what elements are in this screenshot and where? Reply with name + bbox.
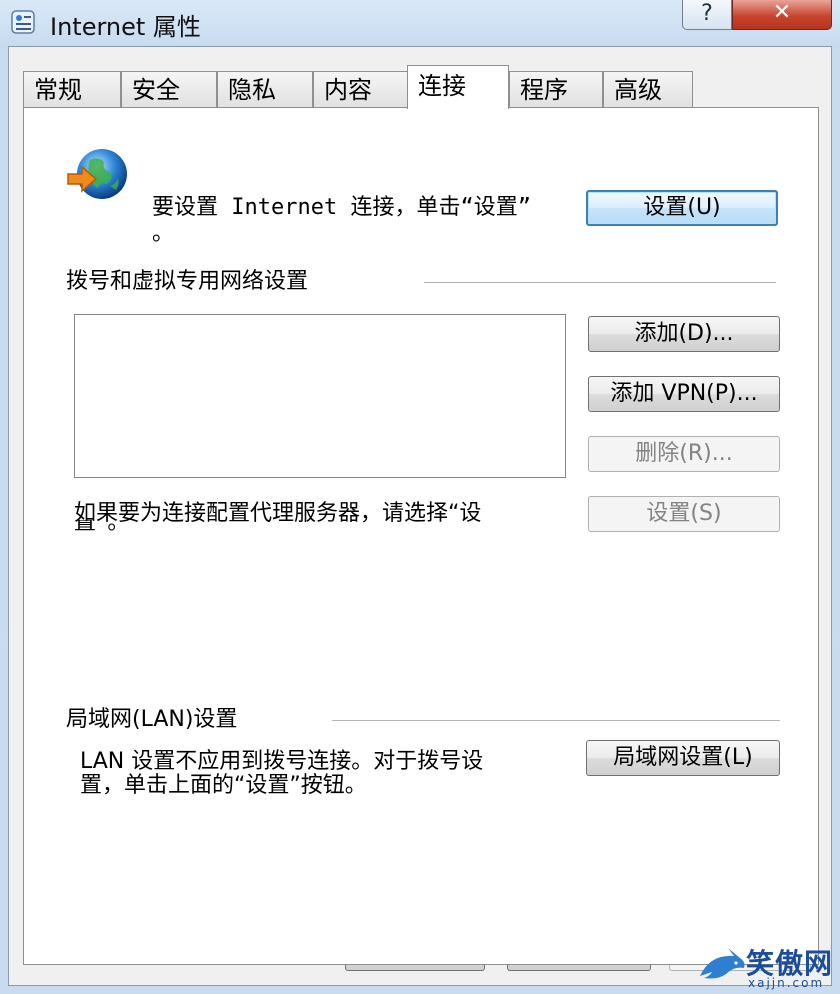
- remove-connection-button[interactable]: 删除(R)...: [588, 436, 780, 472]
- add-connection-button[interactable]: 添加(D)...: [588, 316, 780, 352]
- proxy-instruction-text: 如果要为连接配置代理服务器，请选择“设: [74, 501, 482, 526]
- connection-settings-button[interactable]: 设置(S): [588, 496, 780, 532]
- tab-privacy[interactable]: 隐私: [217, 71, 313, 107]
- setup-instruction-line1: 要设置 Internet 连接，单击“设置”: [152, 195, 531, 220]
- proxy-instruction-text-clipped: 置”。: [74, 520, 129, 532]
- watermark-url: xajjn.com: [748, 976, 825, 990]
- dialup-section-divider: [424, 282, 776, 283]
- connections-panel: 要设置 Internet 连接，单击“设置” 。 设置(U) 拨号和虚拟专用网络…: [23, 107, 819, 965]
- globe-connection-icon: [67, 149, 127, 199]
- title-bar: Internet 属性 ? ✕: [0, 0, 840, 46]
- lan-section-divider: [332, 720, 780, 721]
- help-button[interactable]: ?: [682, 0, 732, 30]
- lan-settings-button[interactable]: 局域网设置(L): [586, 740, 780, 776]
- tab-connections[interactable]: 连接: [407, 65, 509, 109]
- connections-listbox[interactable]: [74, 314, 566, 478]
- site-watermark: 笑傲网 xajjn.com: [694, 940, 840, 994]
- tab-general[interactable]: 常规: [23, 71, 121, 107]
- dialog-client-area: 常规 安全 隐私 内容 连接 程序 高级 要设置 Internet 连接，单击“…: [8, 46, 832, 986]
- tab-security[interactable]: 安全: [121, 71, 217, 107]
- setup-instruction-line2: 。: [152, 221, 175, 246]
- dialup-vpn-section-title: 拨号和虚拟专用网络设置: [66, 269, 309, 294]
- lan-section-title: 局域网(LAN)设置: [66, 707, 238, 732]
- tab-advanced[interactable]: 高级: [603, 71, 693, 107]
- shark-logo-icon: [700, 948, 745, 979]
- tab-programs[interactable]: 程序: [509, 71, 603, 107]
- close-button[interactable]: ✕: [732, 0, 832, 30]
- internet-options-icon: [11, 10, 35, 34]
- tab-content[interactable]: 内容: [313, 71, 409, 107]
- window-title: Internet 属性: [50, 13, 201, 41]
- setup-button[interactable]: 设置(U): [586, 190, 778, 226]
- dialog-window: Internet 属性 ? ✕ 常规 安全 隐私 内容 连接 程序 高级 要设置…: [0, 0, 840, 994]
- lan-instruction-line2: 置，单击上面的“设置”按钮。: [80, 773, 367, 798]
- add-vpn-button[interactable]: 添加 VPN(P)...: [588, 376, 780, 412]
